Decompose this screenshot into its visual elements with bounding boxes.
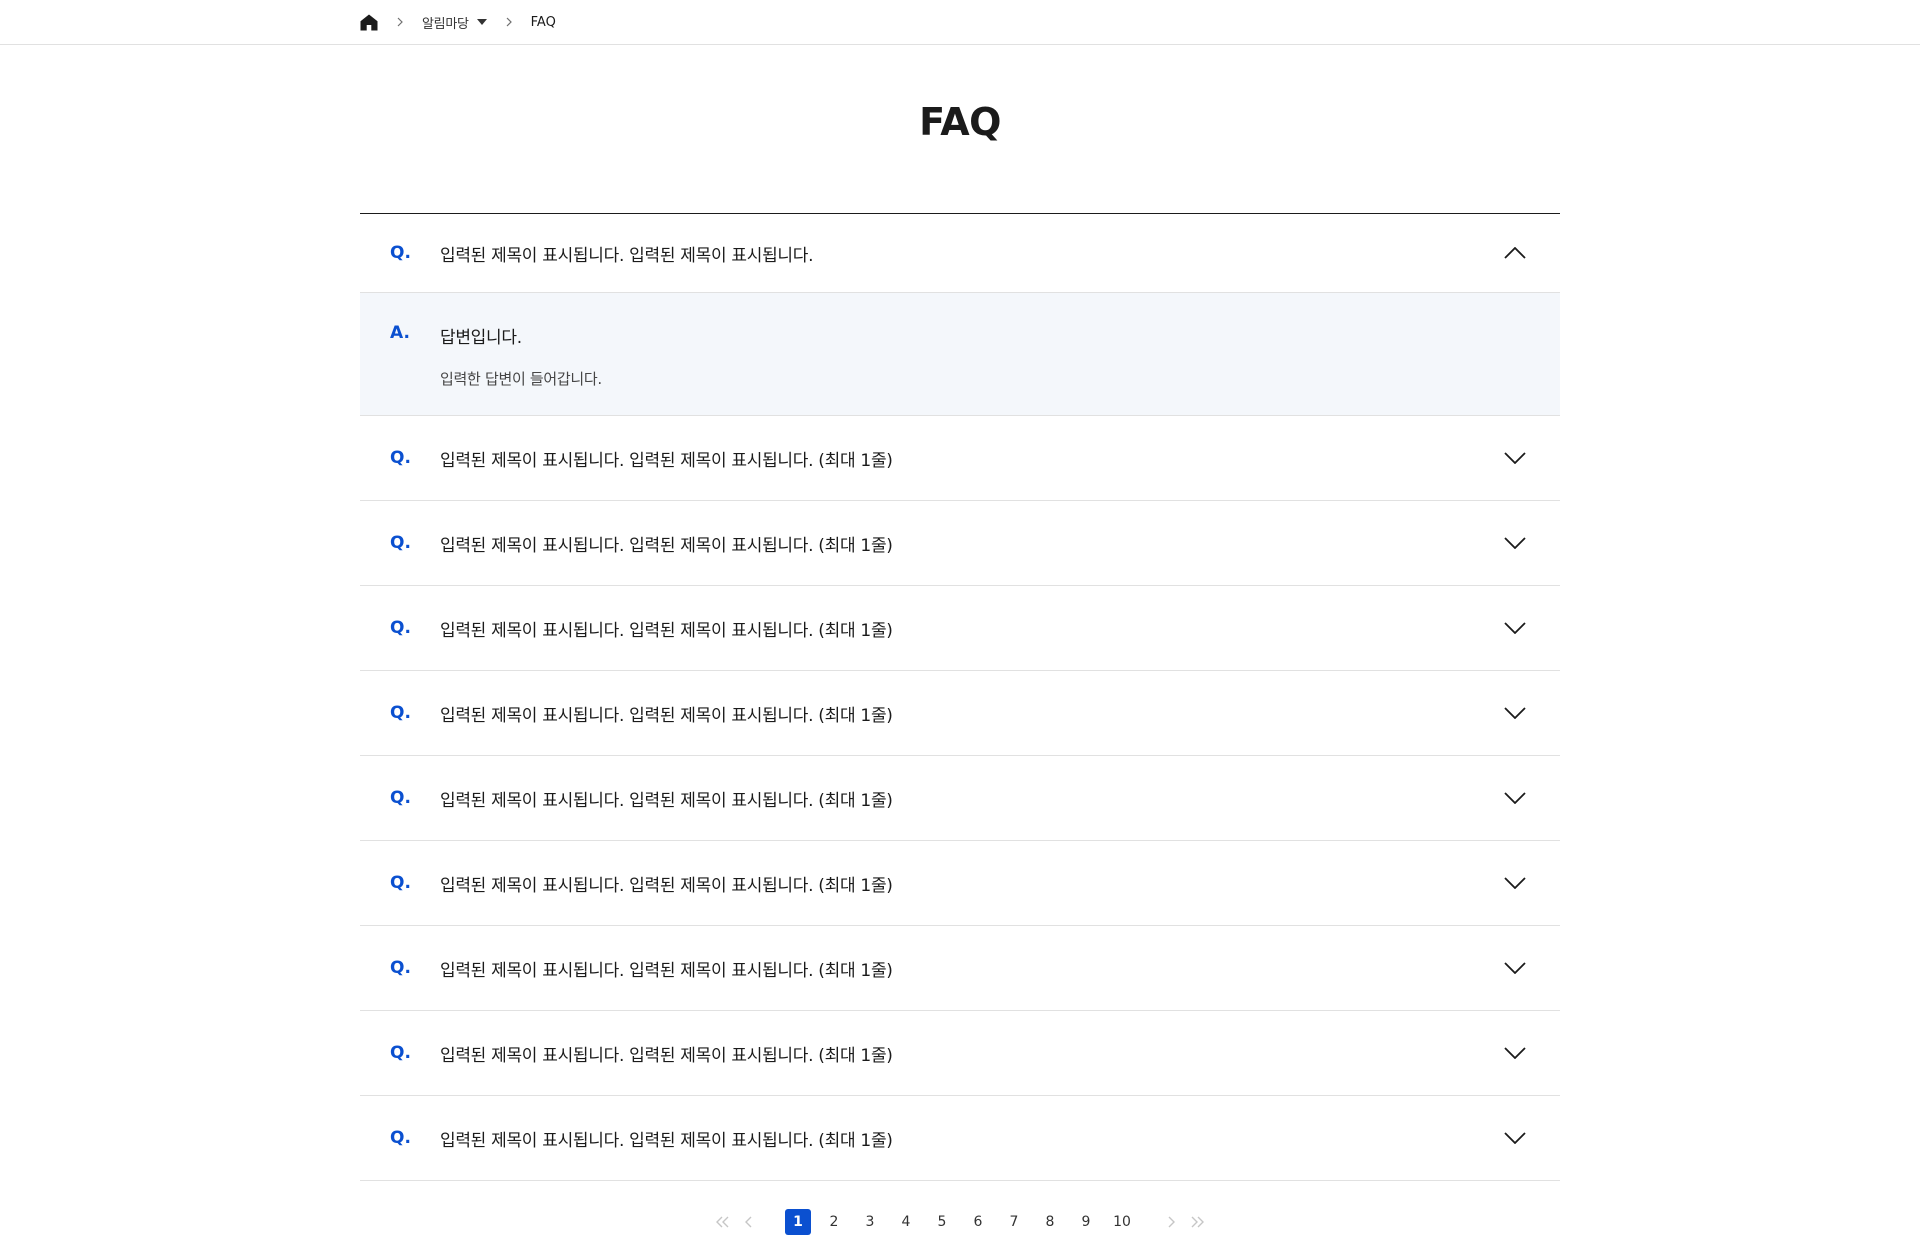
faq-question-row[interactable]: Q. 입력된 제목이 표시됩니다. 입력된 제목이 표시됩니다. (최대 1줄) [360,926,1560,1011]
chevron-down-icon[interactable] [1500,953,1530,983]
caret-down-icon [476,19,487,25]
faq-question-text: 입력된 제목이 표시됩니다. 입력된 제목이 표시됩니다. (최대 1줄) [440,1130,893,1151]
last-page-icon[interactable] [1184,1209,1210,1235]
page-number-9[interactable]: 9 [1073,1209,1099,1235]
breadcrumb-section-dropdown[interactable]: 알림마당 [422,13,487,32]
faq-question-text: 입력된 제목이 표시됩니다. 입력된 제목이 표시됩니다. (최대 1줄) [440,790,893,811]
home-icon[interactable] [360,13,378,31]
faq-question-row[interactable]: Q. 입력된 제목이 표시됩니다. 입력된 제목이 표시됩니다. (최대 1줄) [360,1096,1560,1181]
prev-page-icon[interactable] [736,1209,762,1235]
faq-answer-body: 답변입니다. 입력한 답변이 들어갑니다. [440,323,1530,415]
faq-question-row[interactable]: Q. 입력된 제목이 표시됩니다. 입력된 제목이 표시됩니다. (최대 1줄) [360,841,1560,926]
faq-answer-title: 답변입니다. [440,328,522,348]
faq-question-row[interactable]: Q. 입력된 제목이 표시됩니다. 입력된 제목이 표시됩니다. (최대 1줄) [360,671,1560,756]
breadcrumb-bar: 알림마당 FAQ [0,0,1920,45]
faq-question-text: 입력된 제목이 표시됩니다. 입력된 제목이 표시됩니다. (최대 1줄) [440,450,893,471]
faq-question-row[interactable]: Q. 입력된 제목이 표시됩니다. 입력된 제목이 표시됩니다. (최대 1줄) [360,501,1560,586]
page-number-2[interactable]: 2 [821,1209,847,1235]
chevron-right-icon [378,17,422,27]
question-mark-label: Q. [390,533,411,553]
page-title: FAQ [919,100,1001,144]
chevron-right-icon [487,17,531,27]
question-mark-label: Q. [390,873,411,893]
chevron-up-icon[interactable] [1500,238,1530,268]
question-mark-label: Q. [390,448,411,468]
question-mark-label: Q. [390,618,411,638]
chevron-down-icon[interactable] [1500,783,1530,813]
faq-list: Q. 입력된 제목이 표시됩니다. 입력된 제목이 표시됩니다. A. 답변입니다. 입… [360,213,1560,1181]
question-mark-label: Q. [390,788,411,808]
first-page-icon[interactable] [710,1209,736,1235]
faq-question-row[interactable]: Q. 입력된 제목이 표시됩니다. 입력된 제목이 표시됩니다. (최대 1줄) [360,586,1560,671]
breadcrumb-section-label: 알림마당 [422,16,469,32]
faq-question-text: 입력된 제목이 표시됩니다. 입력된 제목이 표시됩니다. (최대 1줄) [440,1045,893,1066]
question-mark-label: Q. [390,243,411,263]
faq-question-text: 입력된 제목이 표시됩니다. 입력된 제목이 표시됩니다. (최대 1줄) [440,620,893,641]
question-mark-label: Q. [390,1043,411,1063]
chevron-down-icon[interactable] [1500,868,1530,898]
breadcrumb: 알림마당 FAQ [360,0,556,44]
chevron-down-icon[interactable] [1500,1038,1530,1068]
faq-question-row[interactable]: Q. 입력된 제목이 표시됩니다. 입력된 제목이 표시됩니다. (최대 1줄) [360,756,1560,841]
breadcrumb-current: FAQ [530,14,556,30]
page-number-7[interactable]: 7 [1001,1209,1027,1235]
faq-question-row[interactable]: Q. 입력된 제목이 표시됩니다. 입력된 제목이 표시됩니다. (최대 1줄) [360,1011,1560,1096]
page-number-10[interactable]: 10 [1109,1209,1135,1235]
faq-question-text: 입력된 제목이 표시됩니다. 입력된 제목이 표시됩니다. (최대 1줄) [440,875,893,896]
question-mark-label: Q. [390,1128,411,1148]
answer-mark-label: A. [390,323,410,343]
faq-answer-text: 입력한 답변이 들어갑니다. [440,370,602,388]
page-number-5[interactable]: 5 [929,1209,955,1235]
chevron-down-icon[interactable] [1500,613,1530,643]
page-number-6[interactable]: 6 [965,1209,991,1235]
chevron-down-icon[interactable] [1500,443,1530,473]
faq-question-text: 입력된 제목이 표시됩니다. 입력된 제목이 표시됩니다. (최대 1줄) [440,535,893,556]
page-number-4[interactable]: 4 [893,1209,919,1235]
chevron-down-icon[interactable] [1500,528,1530,558]
next-page-icon[interactable] [1158,1209,1184,1235]
question-mark-label: Q. [390,703,411,723]
faq-question-text: 입력된 제목이 표시됩니다. 입력된 제목이 표시됩니다. (최대 1줄) [440,705,893,726]
faq-question-text: 입력된 제목이 표시됩니다. 입력된 제목이 표시됩니다. (최대 1줄) [440,960,893,981]
question-mark-label: Q. [390,958,411,978]
faq-answer-panel: A. 답변입니다. 입력한 답변이 들어갑니다. [360,293,1560,416]
page-number-3[interactable]: 3 [857,1209,883,1235]
page-number-1[interactable]: 1 [785,1209,811,1235]
chevron-down-icon[interactable] [1500,1123,1530,1153]
faq-question-row[interactable]: Q. 입력된 제목이 표시됩니다. 입력된 제목이 표시됩니다. (최대 1줄) [360,416,1560,501]
faq-question-row[interactable]: Q. 입력된 제목이 표시됩니다. 입력된 제목이 표시됩니다. [360,214,1560,293]
faq-question-text: 입력된 제목이 표시됩니다. 입력된 제목이 표시됩니다. [440,245,814,266]
page-number-8[interactable]: 8 [1037,1209,1063,1235]
pagination: 1 2 3 4 5 6 7 8 9 10 [0,1208,1920,1236]
chevron-down-icon[interactable] [1500,698,1530,728]
